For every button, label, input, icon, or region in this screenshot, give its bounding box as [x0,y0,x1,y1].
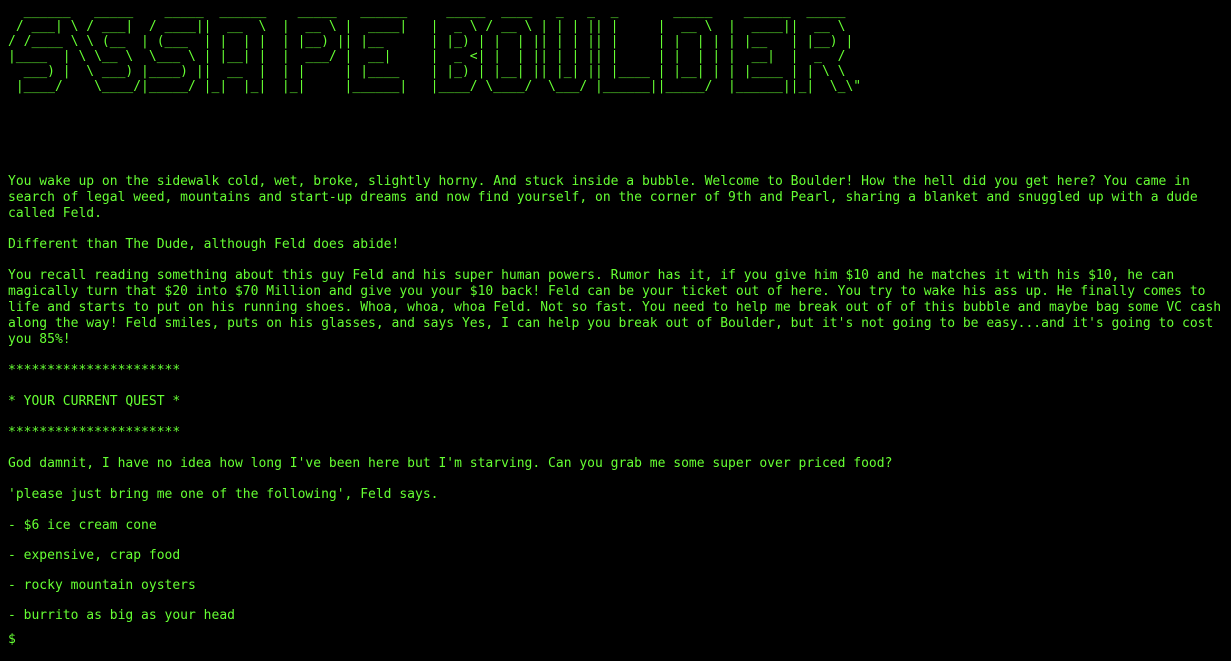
quest-option: - expensive, crap food [8,548,181,563]
quest-heading: * YOUR CURRENT QUEST * [8,394,181,409]
quest-option: - burrito as big as your head [8,608,235,623]
quest-request: God damnit, I have no idea how long I've… [8,456,893,471]
story-feld-powers: You recall reading something about this … [8,268,1229,347]
command-prompt[interactable]: $ [8,630,1226,648]
quest-options-list: - $6 ice cream cone - expensive, crap fo… [8,518,1226,624]
quest-option: - $6 ice cream cone [8,518,157,533]
quest-option: - rocky mountain oysters [8,578,196,593]
quest-stars-bottom: ********************** [8,425,181,440]
prompt-cursor[interactable] [16,630,23,643]
quest-instruction: 'please just bring me one of the followi… [8,487,439,502]
prompt-symbol: $ [8,632,16,647]
story-dude-line: Different than The Dude, although Feld d… [8,237,400,252]
escape-boulder-ascii-title: ______ _____ _____ ______ _____ ______ _… [8,4,862,94]
quest-stars-top: ********************** [8,363,181,378]
terminal-output: You wake up on the sidewalk cold, wet, b… [8,174,1226,648]
story-intro: You wake up on the sidewalk cold, wet, b… [8,174,1206,221]
